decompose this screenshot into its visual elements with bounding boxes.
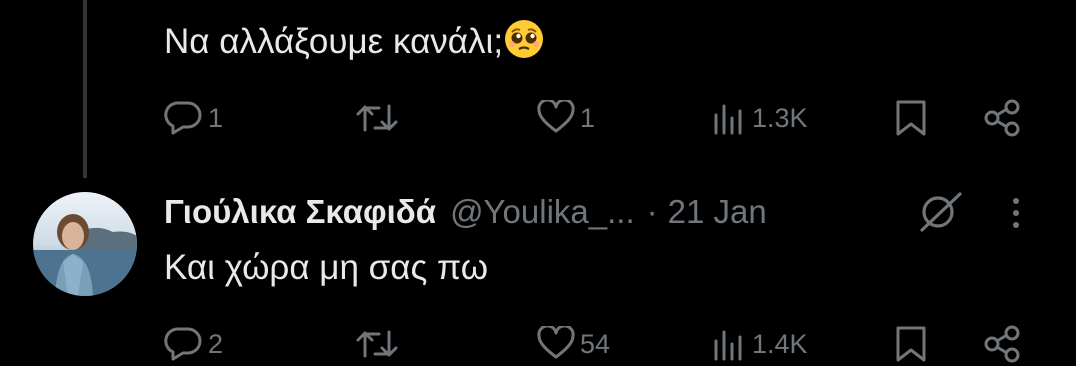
grok-icon [920, 192, 962, 232]
bookmark-icon [896, 326, 926, 362]
display-name[interactable]: Γιούλικα Σκαφιδά [164, 193, 436, 231]
reply-button[interactable]: 2 [164, 322, 223, 366]
like-button[interactable]: 1 [536, 96, 595, 140]
reply-icon [164, 327, 202, 361]
views-count: 1.4K [752, 328, 808, 359]
user-handle[interactable]: @Youlika_... [450, 193, 635, 231]
tweet-1-text-row: Να αλλάξουμε κανάλι; [164, 18, 545, 64]
share-button[interactable] [982, 96, 1022, 140]
tweet-date[interactable]: 21 Jan [668, 193, 767, 231]
share-icon [984, 99, 1020, 137]
more-vertical-icon [1013, 198, 1019, 228]
like-button[interactable]: 54 [536, 322, 610, 366]
views-button[interactable]: 1.4K [712, 322, 808, 366]
retweet-icon [356, 104, 398, 132]
views-chart-icon [714, 104, 742, 135]
tweet-2-header: Γιούλικα Σκαφιδά @Youlika_... · 21 Jan [164, 190, 767, 234]
thread-connector-line [83, 0, 87, 178]
tweet-1-text: Να αλλάξουμε κανάλι; [164, 22, 504, 61]
bookmark-button[interactable] [893, 96, 929, 140]
reply-count: 2 [208, 328, 224, 359]
pleading-face-emoji-icon [503, 18, 545, 60]
like-count: 54 [580, 328, 611, 359]
retweet-button[interactable] [355, 96, 403, 140]
views-chart-icon [714, 330, 742, 361]
share-button[interactable] [982, 322, 1022, 366]
grok-button[interactable] [916, 190, 964, 239]
reply-button[interactable]: 1 [164, 96, 223, 140]
views-button[interactable]: 1.3K [712, 96, 808, 140]
retweet-icon [356, 330, 398, 358]
reply-count: 1 [208, 102, 224, 133]
heart-icon [537, 326, 575, 359]
views-count: 1.3K [752, 102, 808, 133]
bookmark-icon [896, 100, 926, 136]
avatar[interactable] [33, 192, 137, 296]
more-options-button[interactable] [1010, 196, 1022, 235]
retweet-button[interactable] [355, 322, 403, 366]
reply-icon [164, 101, 202, 135]
tweet-2-text: Και χώρα μη σας πω [164, 248, 489, 287]
separator-dot: · [646, 193, 658, 230]
bookmark-button[interactable] [893, 322, 929, 366]
heart-icon [537, 100, 575, 133]
share-icon [984, 325, 1020, 363]
like-count: 1 [580, 102, 596, 133]
